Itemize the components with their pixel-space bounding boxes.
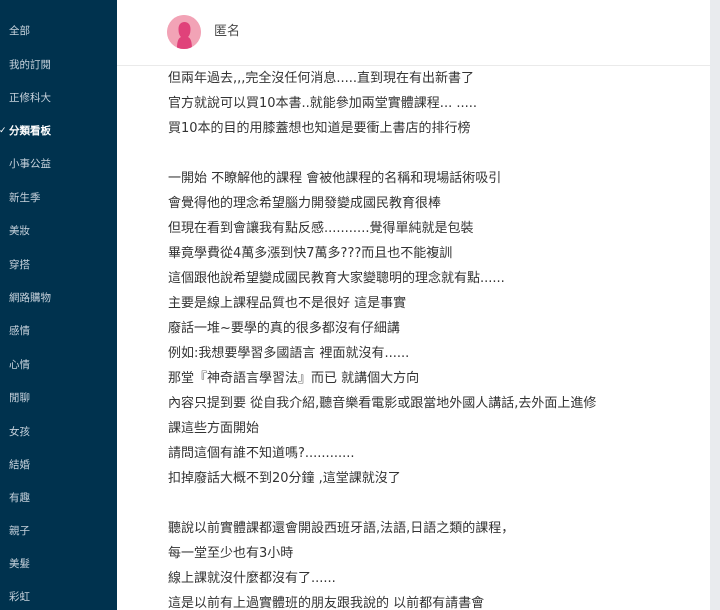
post-line: 每一堂至少也有3小時	[168, 546, 294, 561]
post-line: 例如:我想要學習多國語言 裡面就沒有......	[168, 346, 410, 361]
sidebar: 全部 我的訂閱 正修科大 分類看板 小事公益 新生季 美妝 穿搭 網路購物 感情…	[0, 0, 117, 610]
post-line: 主要是線上課程品質也不是很好 這是事實	[168, 296, 407, 311]
sidebar-item-freshman[interactable]: 新生季	[0, 187, 117, 209]
post-line: 畢竟學費從4萬多漲到快7萬多???而且也不能複訓	[168, 246, 453, 261]
post-line: 買10本的目的用膝蓋想也知道是要衝上書店的排行榜	[168, 121, 471, 136]
sidebar-item-rainbow[interactable]: 彩虹	[0, 586, 117, 608]
female-avatar-icon	[167, 15, 201, 49]
sidebar-item-charity[interactable]: 小事公益	[0, 153, 117, 175]
sidebar-item-mood[interactable]: 心情	[0, 354, 117, 376]
post-line: 線上課就沒什麼都沒有了......	[168, 571, 336, 586]
sidebar-item-chat[interactable]: 閒聊	[0, 387, 117, 409]
post-line: 那堂『神奇語言學習法』而已 就講個大方向	[168, 371, 420, 386]
post-card: 匿名 但兩年過去,,,完全沒任何消息.....直到現在有出新書了 官方就說可以買…	[117, 0, 710, 610]
post-line: 但現在看到會讓我有點反感...........覺得單純就是包裝	[168, 221, 474, 236]
sidebar-item-makeup[interactable]: 美妝	[0, 220, 117, 242]
sidebar-item-funny[interactable]: 有趣	[0, 487, 117, 509]
post-line: 扣掉廢話大概不到20分鐘 ,這堂課就沒了	[168, 471, 401, 486]
post-line: 課這些方面開始	[168, 421, 260, 436]
post-line: 這是以前有上過實體班的朋友跟我說的 以前都有請書會	[168, 596, 485, 610]
sidebar-item-hair[interactable]: 美髮	[0, 553, 117, 575]
post-line: 廢話一堆~要學的真的很多都沒有仔細講	[168, 321, 400, 336]
post-line: 內容只提到要 從自我介紹,聽音樂看電影或跟當地外國人講話,去外面上進修	[168, 396, 597, 411]
sidebar-item-categories[interactable]: 分類看板	[0, 120, 117, 142]
sidebar-item-subscriptions[interactable]: 我的訂閱	[0, 54, 117, 76]
sidebar-item-parenting[interactable]: 親子	[0, 520, 117, 542]
post-line: 這個跟他說希望變成國民教育大家變聰明的理念就有點......	[168, 271, 505, 286]
sidebar-item-wedding[interactable]: 結婚	[0, 454, 117, 476]
page-gutter	[710, 0, 720, 610]
post-line: 官方就說可以買10本書..就能參加兩堂實體課程... .....	[168, 96, 477, 111]
sidebar-item-all[interactable]: 全部	[0, 20, 117, 42]
post-line: 請問這個有誰不知道嗎?............	[168, 446, 355, 461]
post-line: 但兩年過去,,,完全沒任何消息.....直到現在有出新書了	[168, 71, 475, 86]
sidebar-item-school[interactable]: 正修科大	[0, 87, 117, 109]
post-line: 聽說以前實體課都還會開設西班牙語,法語,日語之類的課程，	[168, 521, 515, 536]
post-header: 匿名	[117, 0, 710, 66]
sidebar-item-girls[interactable]: 女孩	[0, 421, 117, 443]
author-name[interactable]: 匿名	[214, 22, 240, 42]
sidebar-item-online-shopping[interactable]: 網路購物	[0, 287, 117, 309]
sidebar-item-relationship[interactable]: 感情	[0, 320, 117, 342]
post-line: 一開始 不瞭解他的課程 會被他課程的名稱和現場話術吸引	[168, 171, 502, 186]
post-line: 會覺得他的理念希望腦力開發變成國民教育很棒	[168, 196, 442, 211]
sidebar-item-outfit[interactable]: 穿搭	[0, 254, 117, 276]
